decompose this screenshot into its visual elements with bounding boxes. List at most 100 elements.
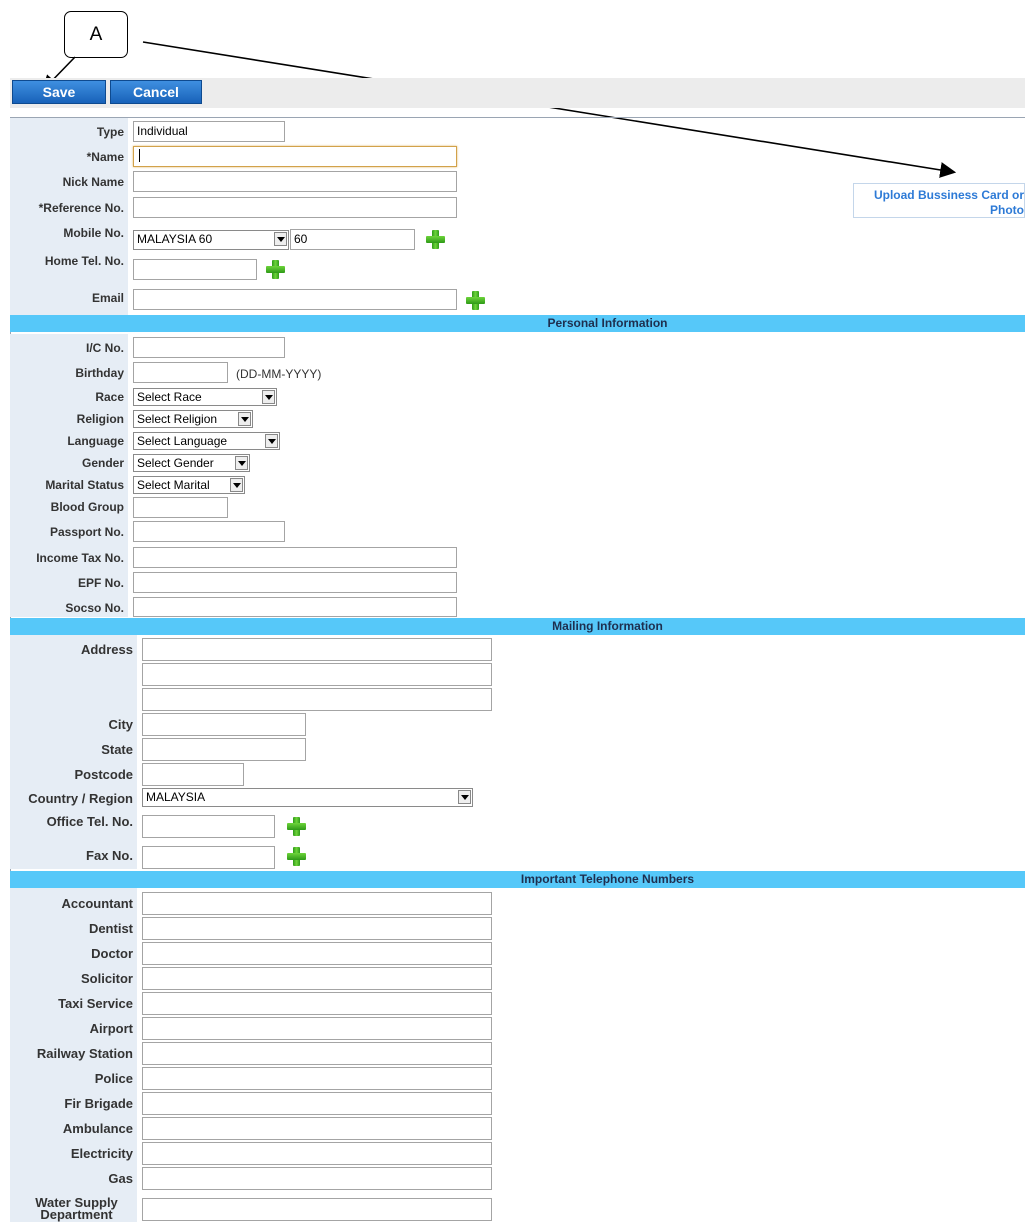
electricity-field[interactable] (142, 1142, 492, 1165)
mobile-number-field[interactable]: 60 (290, 229, 415, 250)
gender-select[interactable]: Select Gender (133, 454, 250, 472)
upload-business-card-link[interactable]: Upload Bussiness Card or Photo (853, 183, 1025, 218)
blood-group-field[interactable] (133, 497, 228, 518)
fax-no-field[interactable] (142, 846, 275, 869)
ambulance-field[interactable] (142, 1117, 492, 1140)
nick-name-field[interactable] (133, 171, 457, 192)
home-tel-field[interactable] (133, 259, 257, 280)
passport-no-label: Passport No. (49, 525, 124, 539)
address-line-1-field[interactable] (142, 638, 492, 661)
reference-no-field[interactable] (133, 197, 457, 218)
state-field[interactable] (142, 738, 306, 761)
ic-no-label: I/C No. (86, 341, 124, 355)
blood-group-label: Blood Group (50, 500, 124, 514)
dentist-field[interactable] (142, 917, 492, 940)
airport-label: Airport (89, 1021, 133, 1036)
mailing-information-header: Mailing Information (10, 618, 1025, 635)
gas-label: Gas (108, 1171, 133, 1186)
socso-no-field[interactable] (133, 597, 457, 617)
birthday-field[interactable] (133, 362, 228, 383)
dentist-label: Dentist (88, 921, 133, 936)
accountant-field[interactable] (142, 892, 492, 915)
cancel-button[interactable]: Cancel (110, 80, 202, 104)
nick-name-label: Nick Name (62, 175, 124, 189)
ic-no-field[interactable] (133, 337, 285, 358)
country-region-label: Country / Region (28, 791, 133, 806)
religion-select[interactable]: Select Religion (133, 410, 253, 428)
chevron-down-icon (238, 412, 251, 426)
gender-label: Gender (81, 456, 124, 470)
mobile-no-label: Mobile No. (63, 226, 124, 240)
solicitor-field[interactable] (142, 967, 492, 990)
ambulance-label: Ambulance (62, 1121, 133, 1136)
taxi-service-field[interactable] (142, 992, 492, 1015)
language-value: Select Language (137, 434, 228, 448)
doctor-field[interactable] (142, 942, 492, 965)
toolbar: Save Cancel (10, 78, 1025, 108)
country-region-select[interactable]: MALAYSIA (142, 788, 473, 807)
taxi-service-label: Taxi Service (58, 996, 133, 1011)
epf-no-field[interactable] (133, 572, 457, 593)
water-supply-label: Water Supply Department (10, 1196, 133, 1222)
upload-line-2: Photo (990, 203, 1024, 217)
marital-status-select[interactable]: Select Marital (133, 476, 245, 494)
mobile-country-select[interactable]: MALAYSIA 60 (133, 230, 289, 250)
state-label: State (101, 742, 133, 757)
annotation-callout: A (64, 11, 128, 58)
type-label: Type (96, 125, 124, 139)
chevron-down-icon (262, 390, 275, 404)
city-field[interactable] (142, 713, 306, 736)
chevron-down-icon (458, 790, 471, 804)
fire-brigade-field[interactable] (142, 1092, 492, 1115)
chevron-down-icon (274, 232, 287, 246)
add-home-tel-plus-icon[interactable] (265, 259, 285, 279)
race-value: Select Race (137, 390, 202, 404)
gender-value: Select Gender (137, 456, 214, 470)
accountant-label: Accountant (61, 896, 134, 911)
name-field[interactable] (133, 146, 457, 167)
add-mobile-plus-icon[interactable] (425, 229, 445, 249)
passport-no-field[interactable] (133, 521, 285, 542)
email-field[interactable] (133, 289, 457, 310)
police-label: Police (94, 1071, 133, 1086)
doctor-label: Doctor (91, 946, 133, 961)
fax-no-label: Fax No. (86, 848, 133, 863)
income-tax-no-label: Income Tax No. (36, 551, 124, 565)
important-telephone-numbers-header: Important Telephone Numbers (10, 871, 1025, 888)
address-label: Address (80, 642, 133, 657)
office-tel-field[interactable] (142, 815, 275, 838)
race-label: Race (95, 390, 124, 404)
upload-line-1: Upload Bussiness Card or (873, 188, 1024, 202)
add-office-tel-plus-icon[interactable] (286, 816, 306, 836)
language-select[interactable]: Select Language (133, 432, 280, 450)
railway-station-label: Railway Station (36, 1046, 133, 1061)
save-button[interactable]: Save (12, 80, 106, 104)
religion-value: Select Religion (137, 412, 218, 426)
home-tel-label: Home Tel. No. (44, 254, 124, 268)
language-label: Language (67, 434, 124, 448)
marital-status-value: Select Marital (137, 478, 210, 492)
mobile-country-value: MALAYSIA 60 (137, 232, 213, 246)
airport-field[interactable] (142, 1017, 492, 1040)
railway-station-field[interactable] (142, 1042, 492, 1065)
socso-no-label: Socso No. (65, 601, 124, 615)
add-fax-plus-icon[interactable] (286, 846, 306, 866)
address-line-3-field[interactable] (142, 688, 492, 711)
chevron-down-icon (265, 434, 278, 448)
race-select[interactable]: Select Race (133, 388, 277, 406)
postcode-field[interactable] (142, 763, 244, 786)
type-field[interactable]: Individual (133, 121, 285, 142)
water-supply-field[interactable] (142, 1198, 492, 1221)
water-supply-line-2: Department (40, 1207, 113, 1222)
police-field[interactable] (142, 1067, 492, 1090)
email-label: Email (91, 291, 124, 305)
label-column-basic (10, 118, 128, 315)
city-label: City (108, 717, 133, 732)
chevron-down-icon (230, 478, 243, 492)
add-email-plus-icon[interactable] (465, 290, 485, 310)
address-line-2-field[interactable] (142, 663, 492, 686)
gas-field[interactable] (142, 1167, 492, 1190)
religion-label: Religion (76, 412, 124, 426)
fire-brigade-label: Fir Brigade (64, 1096, 133, 1111)
income-tax-no-field[interactable] (133, 547, 457, 568)
